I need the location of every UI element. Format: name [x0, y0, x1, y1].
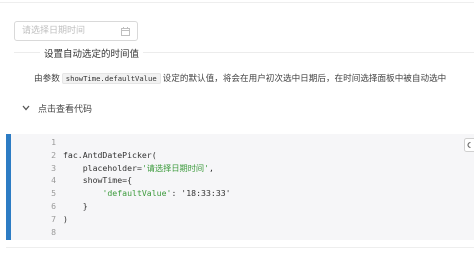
- line-number: 3: [51, 162, 56, 173]
- section-title: 设置自动选定的时间值: [40, 49, 144, 61]
- line-number: 2: [51, 149, 56, 160]
- code-string-token: 'defaultValue': [102, 188, 172, 199]
- desc-prefix: 由参数: [34, 74, 60, 84]
- desc-inline-code: showTime.defaultValue: [61, 73, 161, 84]
- code-line: 7): [11, 213, 474, 226]
- show-code-toggle[interactable]: 点击查看代码: [22, 102, 93, 115]
- desc-suffix: 设定的默认值，将会在用户初次选中日期后，在时间选择面板中被自动选中: [162, 74, 447, 84]
- code-line: 8: [11, 226, 474, 239]
- picker-placeholder: 请选择日期时间: [22, 26, 86, 36]
- top-divider: [0, 2, 474, 3]
- code-block: 1 2 fac.AntdDatePicker( 3 placeholder='请选择日…: [6, 134, 474, 240]
- code-token: placeholder=: [63, 162, 142, 173]
- code-line: 1: [11, 136, 474, 149]
- code-token: ): [63, 213, 68, 224]
- code-token: fac.AntdDatePicker(: [63, 149, 157, 160]
- line-number: 8: [51, 226, 56, 237]
- line-number: 7: [51, 213, 56, 224]
- copy-icon[interactable]: [464, 138, 474, 152]
- code-text: ): [63, 213, 68, 226]
- code-text: placeholder='请选择日期时间',: [63, 162, 214, 175]
- calendar-icon: [121, 27, 130, 36]
- show-code-label: 点击查看代码: [38, 104, 93, 115]
- code-text: fac.AntdDatePicker(: [63, 149, 157, 162]
- code-text: }: [63, 200, 88, 213]
- code-token: ,: [209, 162, 214, 173]
- code-token: }: [63, 200, 88, 211]
- line-number: 4: [51, 175, 56, 186]
- code-line: 3 placeholder='请选择日期时间',: [11, 162, 474, 175]
- code-string-token: '请选择日期时间': [141, 162, 210, 173]
- code-lines: 1 2 fac.AntdDatePicker( 3 placeholder='请选择日…: [11, 136, 474, 238]
- bottom-divider: [6, 247, 474, 248]
- page: 请选择日期时间 设置自动选定的时间值 由参数 showTime.defaultVa…: [0, 0, 474, 253]
- line-number: 5: [51, 188, 56, 199]
- code-line: 2 fac.AntdDatePicker(: [11, 149, 474, 162]
- code-token: showTime={: [63, 175, 133, 186]
- code-text: 'defaultValue': '18:33:33': [63, 187, 231, 200]
- chevron-down-icon: [22, 105, 30, 111]
- code-token: : '18:33:33': [171, 188, 231, 199]
- section-description: 由参数 showTime.defaultValue 设定的默认值，将会在用户初次选中…: [34, 73, 446, 85]
- code-line: 4 showTime={: [11, 174, 474, 187]
- code-line: 5 'defaultValue': '18:33:33': [11, 187, 474, 200]
- date-time-picker[interactable]: 请选择日期时间: [14, 21, 138, 41]
- line-number: 6: [51, 200, 56, 211]
- code-line: 6 }: [11, 200, 474, 213]
- code-text: showTime={: [63, 174, 132, 187]
- line-number: 1: [51, 137, 56, 147]
